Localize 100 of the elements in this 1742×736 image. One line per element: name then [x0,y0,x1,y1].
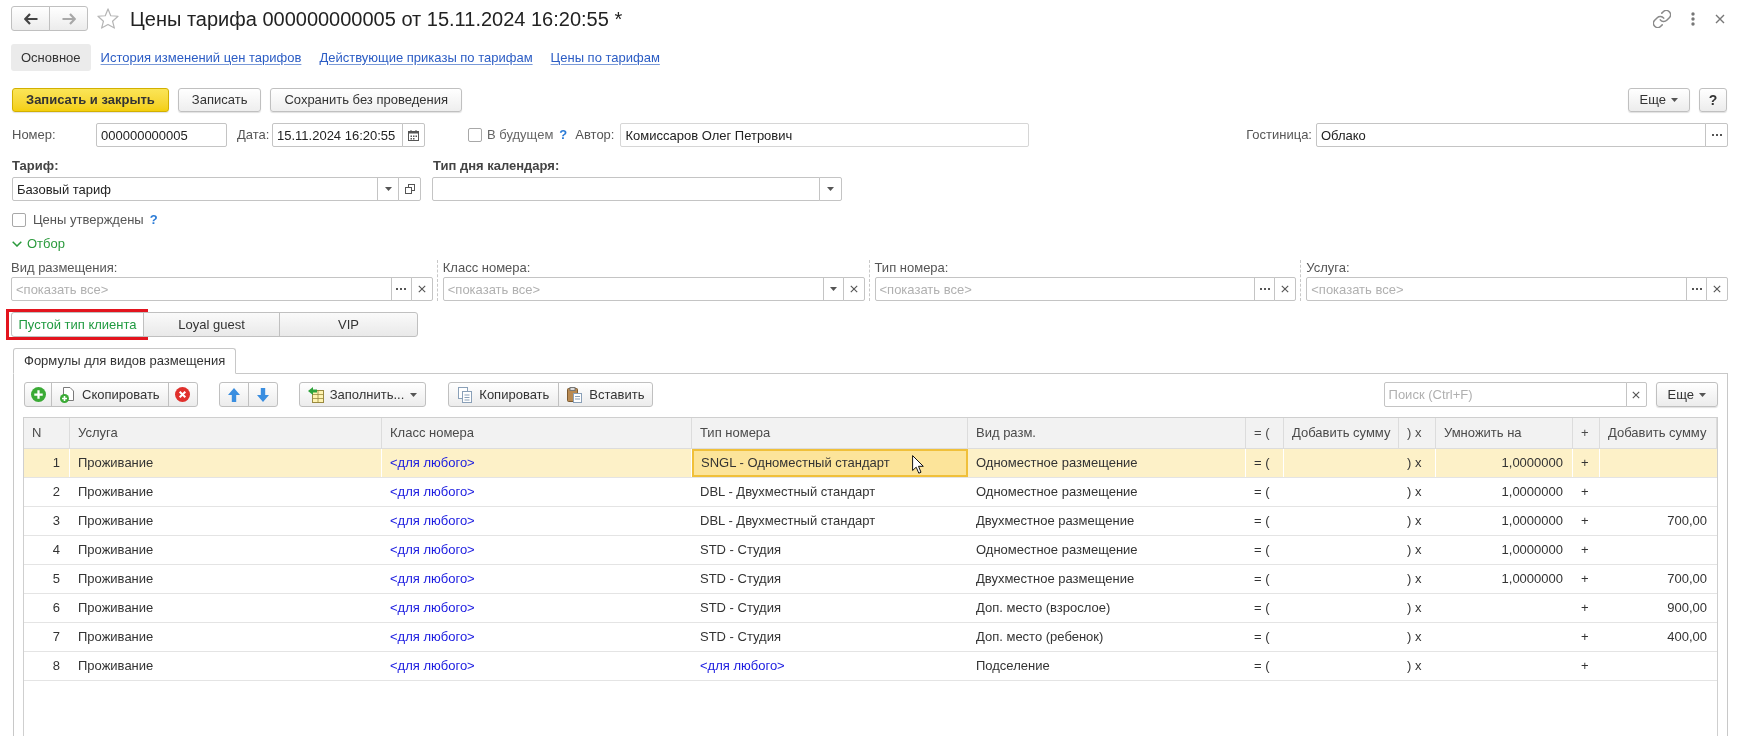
table-cell-text: 2 [51,483,61,502]
caret-icon [410,392,418,397]
arrow-up-icon [227,387,240,402]
link-icon[interactable] [1653,9,1671,28]
client-type-tab[interactable]: VIP [279,312,418,337]
column-header[interactable]: Тип номера [692,418,968,448]
column-header[interactable]: Услуга [70,418,382,448]
move-down-button[interactable] [247,382,278,407]
table-cell-text: DBL - Двухместный стандарт [699,512,877,531]
clear-icon [1632,390,1641,399]
table-cell-text: 5 [51,570,61,589]
checkbox[interactable] [12,213,26,227]
table-cell-text: Проживание [77,512,155,531]
column-header[interactable]: = ( [1246,418,1284,448]
filter-field[interactable]: <показать все> [1306,277,1687,301]
help-mark[interactable]: ? [149,210,158,230]
client-type-tab[interactable]: Loyal guest [143,312,280,337]
menu-icon[interactable] [1691,11,1695,26]
field-label: Услуга: [1306,260,1350,276]
column-header[interactable]: Умножить на [1436,418,1573,448]
move-up-button[interactable] [218,382,249,407]
window-title: Цены тарифа 000000000005 от 15.11.2024 16:20:55 * [130,6,623,31]
copy-button[interactable]: Копировать [448,382,560,407]
clear-button[interactable] [1625,382,1647,407]
form-tab-link[interactable]: История изменений цен тарифов [100,47,302,68]
paste-button[interactable]: Вставить [558,382,654,407]
table-cell-text: STD - Студия [699,541,782,560]
table-cell: + [1573,449,1600,477]
form-tab-link[interactable]: Действующие приказы по тарифам [319,47,533,68]
column-header[interactable]: Добавить сумму [1284,418,1399,448]
clear-button[interactable] [410,277,433,301]
column-header[interactable]: ) x [1399,418,1436,448]
table-cell-text: + [1580,512,1590,531]
clear-icon [849,285,858,293]
arrow-down-icon [256,387,269,402]
caret-icon [1699,392,1706,397]
table-cell-text: ) x [1406,599,1423,618]
select-button[interactable] [390,277,412,301]
select-button[interactable] [1705,123,1728,147]
calendar-day-type-field[interactable] [432,177,820,201]
column-header[interactable]: N [24,418,70,448]
open-button[interactable] [398,177,421,201]
table-cell-text: Двухместное размещение [975,512,1136,531]
command-button[interactable]: Сохранить без проведения [270,88,462,112]
filter-field[interactable]: <показать все> [442,277,824,301]
table-cell-text: = ( [1253,512,1271,531]
table-cell-text: STD - Студия [699,599,782,618]
dropdown-button[interactable] [377,177,399,201]
paste-icon [567,386,583,403]
author-field[interactable]: Комиссаров Олег Петрович [620,123,1030,147]
back-button[interactable] [11,6,50,31]
document-plus-icon [60,386,74,403]
table-cell: 1 [24,449,70,477]
search-field[interactable]: Поиск (Ctrl+F) [1383,382,1627,407]
table-cell-text: DBL - Двухместный стандарт [699,483,877,502]
number-field[interactable]: 000000000005 [96,123,227,147]
mouse-pointer-icon [912,455,924,474]
command-button[interactable]: Записать [177,88,262,112]
tariff-field[interactable]: Базовый тариф [12,177,378,201]
filter-field[interactable]: <показать все> [11,277,392,301]
date-field[interactable]: 15.11.2024 16:20:55 [272,123,403,147]
help-mark[interactable]: ? [559,125,568,145]
column-header[interactable]: + [1573,418,1600,448]
table-cell-text: + [1580,483,1590,502]
copy-row-button[interactable]: Скопировать [51,382,169,407]
form-tab-link[interactable]: Цены по тарифам [550,47,660,68]
table-cell-text: 1,0000000 [1500,570,1564,589]
clear-button[interactable] [842,277,865,301]
delete-button[interactable] [167,382,198,407]
column-header[interactable]: Вид разм. [968,418,1246,448]
field-label: Тариф: [12,157,60,176]
table-row[interactable]: 1 Проживание <для любого> SNGL - Одноместный стандарт Одноместное размещение = ( ) x 1,0000000 + [24,449,1717,478]
dropdown-button[interactable] [822,277,844,301]
clear-button[interactable] [1274,277,1297,301]
help-button[interactable]: ? [1699,88,1727,112]
client-type-tab[interactable]: Пустой тип клиента [11,312,144,337]
save-close-button[interactable]: Записать и закрыть [12,88,169,112]
table-cell-text: ) x [1406,541,1423,560]
hotel-field[interactable]: Облако [1316,123,1706,147]
more-button[interactable]: Еще [1627,88,1690,112]
table-cell-text: Одноместное размещение [975,541,1139,560]
arrow-right-icon [61,12,76,25]
close-icon[interactable] [1715,13,1725,24]
form-tab[interactable]: Основное [11,44,91,71]
filter-toggle[interactable]: Отбор [12,234,65,254]
table-cell-text: Подселение [975,657,1051,676]
inner-tab[interactable]: Формулы для видов размещения [13,348,237,374]
add-button[interactable] [24,382,52,407]
table-cell-text: ) x [1406,512,1423,531]
dropdown-button[interactable] [819,177,842,201]
column-header[interactable]: Добавить сумму [1600,418,1717,448]
checkbox[interactable] [468,128,482,142]
table-cell-text: <для любого> [389,483,476,502]
calendar-button[interactable] [402,123,425,147]
column-header[interactable]: Класс номера [382,418,692,448]
more-button[interactable]: Еще [1655,382,1718,407]
filter-field[interactable]: <показать все> [874,277,1256,301]
table-cell-text: Доп. место (ребенок) [975,628,1105,647]
fill-button[interactable]: Заполнить... [298,382,427,407]
clear-button[interactable] [1706,277,1728,301]
